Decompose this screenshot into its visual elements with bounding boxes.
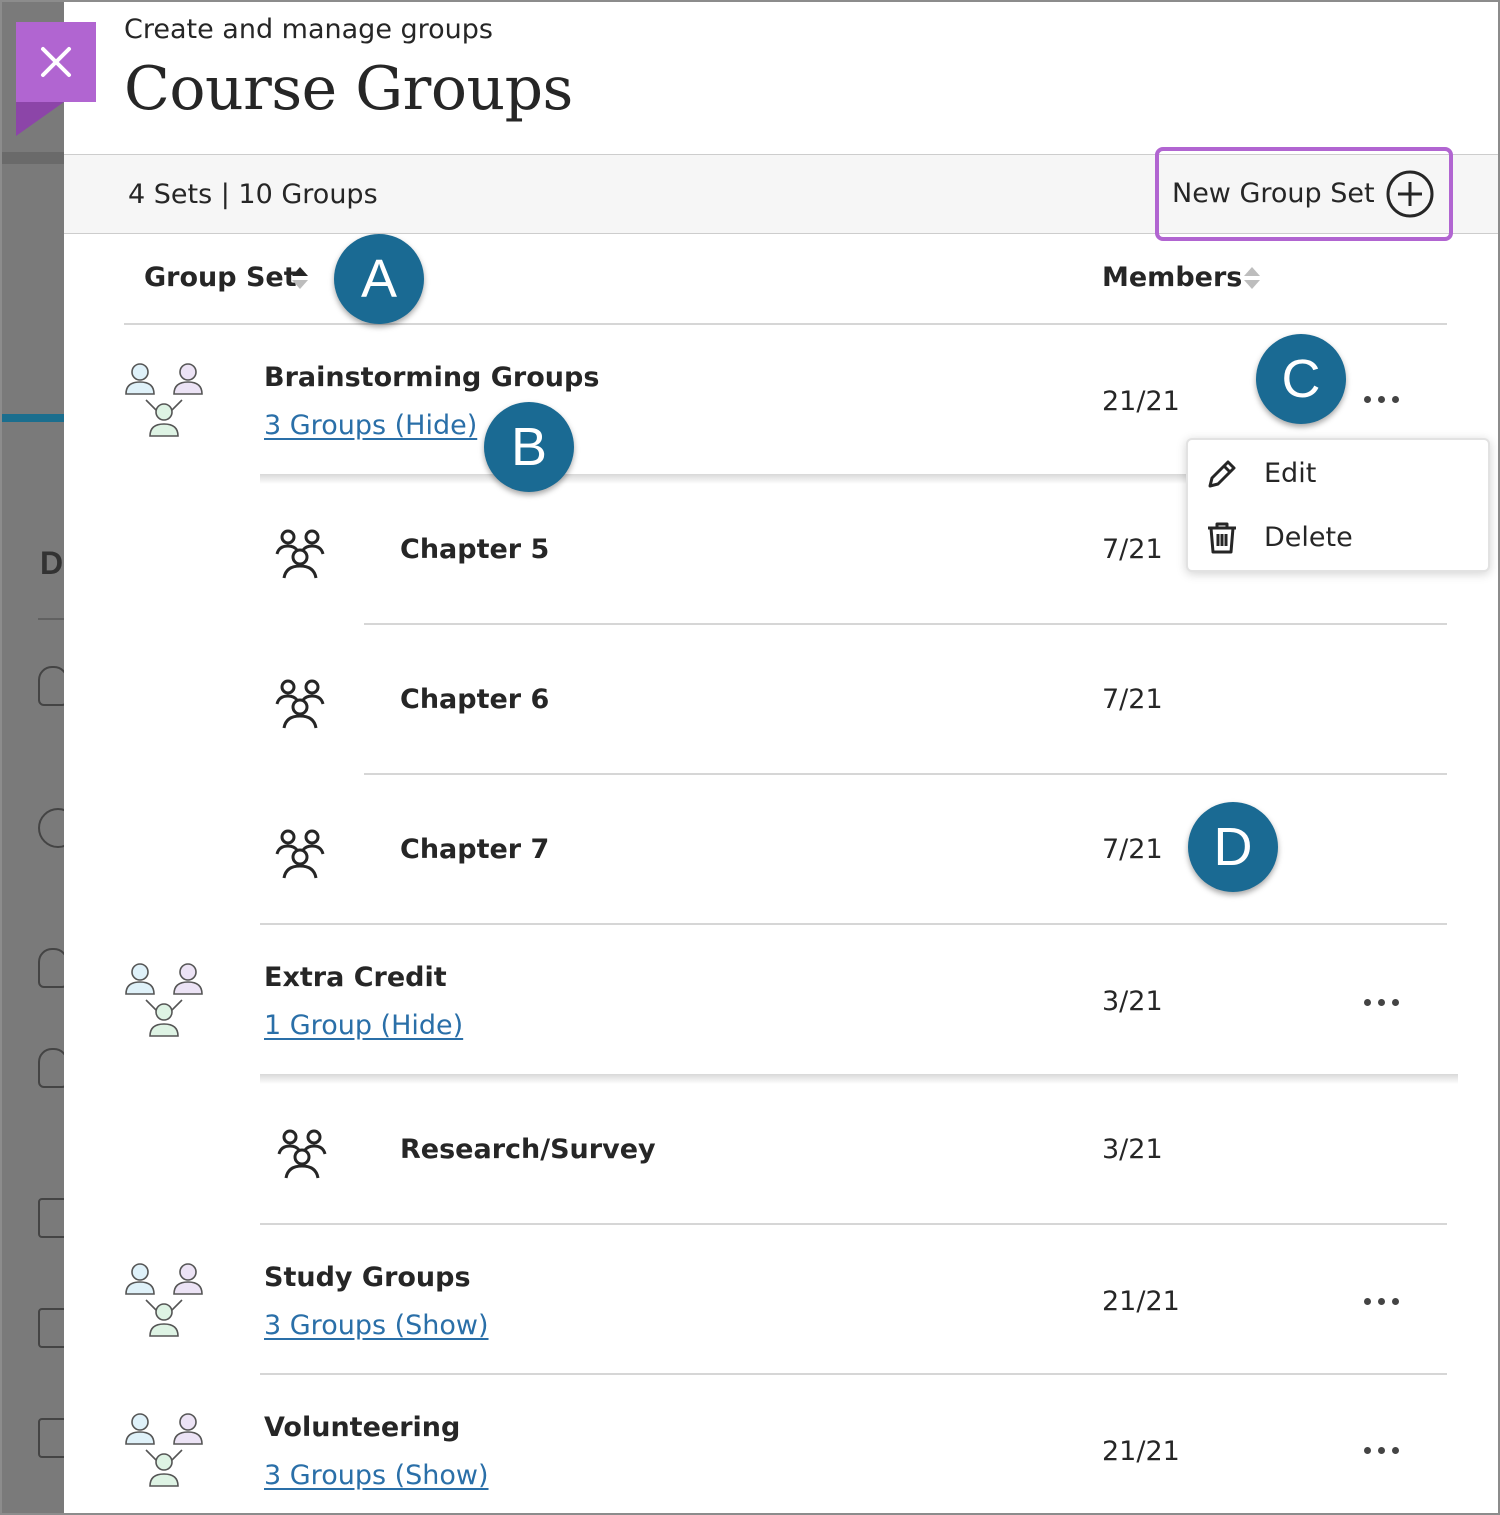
trash-icon [1208, 522, 1236, 554]
group-name[interactable]: Chapter 7 [400, 834, 549, 865]
group-icon [275, 679, 325, 729]
groups-panel: Create and manage groups Course Groups 4… [64, 2, 1498, 1513]
sets-groups-count: 4 Sets | 10 Groups [128, 179, 378, 210]
set-options-menu: Edit Delete [1186, 438, 1490, 572]
edit-menu-item[interactable]: Edit [1188, 444, 1488, 504]
background-divider [38, 618, 64, 620]
row-divider [364, 623, 1447, 625]
members-column-header[interactable]: Members [1102, 262, 1242, 293]
sort-icon[interactable] [1242, 264, 1262, 292]
page-subtitle: Create and manage groups [124, 14, 493, 45]
row-divider [260, 1373, 1447, 1375]
row-divider [260, 923, 1447, 925]
background-heading-letter: D [40, 545, 64, 581]
set-members-count: 21/21 [1102, 1436, 1180, 1467]
group-set-icon [125, 1413, 203, 1487]
group-name[interactable]: Chapter 5 [400, 534, 549, 565]
group-set-name: Brainstorming Groups [264, 362, 600, 393]
background-band [2, 152, 64, 164]
group-icon [277, 1129, 327, 1179]
group-icon [275, 829, 325, 879]
toggle-groups-link[interactable]: 3 Groups (Show) [264, 1310, 489, 1341]
group-name[interactable]: Research/Survey [400, 1134, 656, 1165]
new-group-set-label: New Group Set [1172, 178, 1375, 209]
group-members-count: 7/21 [1102, 834, 1163, 865]
page-title: Course Groups [124, 54, 573, 124]
callout-c-label: C [1281, 349, 1321, 409]
row-divider [260, 1223, 1447, 1225]
toggle-groups-link[interactable]: 3 Groups (Show) [264, 1460, 489, 1491]
new-group-set-button[interactable]: New Group Set [1155, 147, 1453, 241]
close-icon [41, 47, 71, 77]
edit-label: Edit [1264, 458, 1317, 489]
callout-d: D [1188, 802, 1278, 892]
set-members-count: 21/21 [1102, 1286, 1180, 1317]
header-divider [124, 323, 1447, 325]
group-set-name: Extra Credit [264, 962, 447, 993]
group-set-icon [125, 1263, 203, 1337]
group-members-count: 7/21 [1102, 684, 1163, 715]
background-accent [2, 414, 64, 422]
callout-c: C [1256, 334, 1346, 424]
delete-label: Delete [1264, 522, 1353, 553]
more-options-icon[interactable] [1360, 1286, 1404, 1316]
sort-icon[interactable] [290, 264, 310, 292]
group-set-icon [125, 363, 203, 437]
course-groups-screen: D Create and manage groups Course Groups… [0, 0, 1500, 1515]
more-options-icon[interactable] [1360, 384, 1404, 414]
set-members-count: 21/21 [1102, 386, 1180, 417]
more-options-icon[interactable] [1360, 1435, 1404, 1465]
callout-b: B [484, 402, 574, 492]
more-options-icon[interactable] [1360, 987, 1404, 1017]
set-members-count: 3/21 [1102, 986, 1163, 1017]
close-button[interactable] [16, 22, 96, 102]
group-set-name: Volunteering [264, 1412, 461, 1443]
pencil-icon [1208, 460, 1236, 488]
group-list-divider [260, 1074, 1458, 1084]
callout-b-label: B [510, 417, 548, 477]
group-icon [275, 529, 325, 579]
toggle-groups-link[interactable]: 3 Groups (Hide) [264, 410, 477, 441]
group-set-icon [125, 963, 203, 1037]
delete-menu-item[interactable]: Delete [1188, 508, 1488, 568]
group-members-count: 7/21 [1102, 534, 1163, 565]
group-set-name: Study Groups [264, 1262, 471, 1293]
callout-a: A [334, 234, 424, 324]
group-set-column-header[interactable]: Group Set [144, 262, 297, 293]
toggle-groups-link[interactable]: 1 Group (Hide) [264, 1010, 463, 1041]
callout-a-label: A [360, 249, 398, 309]
callout-d-label: D [1213, 817, 1253, 877]
plus-circle-icon [1386, 170, 1434, 218]
close-button-tail [16, 102, 64, 136]
row-divider [364, 773, 1447, 775]
group-name[interactable]: Chapter 6 [400, 684, 549, 715]
background-course-page: D [2, 2, 78, 1513]
group-members-count: 3/21 [1102, 1134, 1163, 1165]
